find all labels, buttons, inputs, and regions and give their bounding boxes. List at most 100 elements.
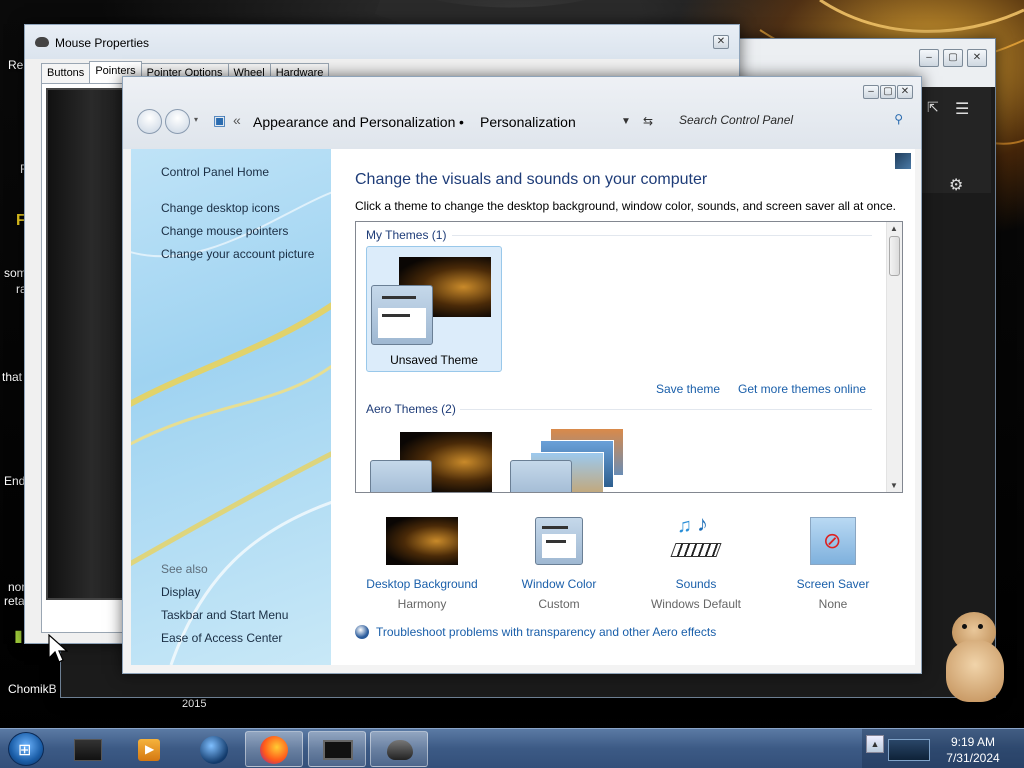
search-icon[interactable]: ⚲ xyxy=(894,112,903,126)
theme-tile-aero-2[interactable] xyxy=(506,422,642,492)
taskbar-app-file-manager[interactable] xyxy=(58,731,116,767)
taskbar-app-firefox[interactable] xyxy=(245,731,303,767)
app-shortcut-icon[interactable]: ▮ xyxy=(14,626,23,646)
gear-icon[interactable]: ⚙ xyxy=(949,175,963,195)
desktop-background-label[interactable]: Desktop Background xyxy=(347,577,497,591)
mouse-app-icon xyxy=(387,740,413,760)
desktop-icon-label[interactable]: that xyxy=(2,370,22,384)
file-manager-icon xyxy=(74,739,102,761)
scroll-up-icon[interactable]: ▲ xyxy=(890,224,898,233)
personalization-window[interactable]: ‒ ▢ ✕ ▾ ▣ « Appearance and Personalizati… xyxy=(122,76,922,674)
search-box[interactable]: Search Control Panel ⚲ xyxy=(671,107,911,133)
get-more-themes-link[interactable]: Get more themes online xyxy=(738,382,866,396)
themes-list[interactable]: My Themes (1) Unsaved Theme Save theme G… xyxy=(355,221,903,493)
theme-tile-unsaved[interactable]: Unsaved Theme xyxy=(366,246,502,372)
network-status-icon[interactable] xyxy=(888,739,930,761)
scroll-thumb[interactable] xyxy=(889,236,900,276)
group-heading-aero-themes: Aero Themes (2) xyxy=(366,402,456,416)
window-color-icon xyxy=(535,517,583,565)
close-icon[interactable]: ✕ xyxy=(967,49,987,67)
themes-scrollbar[interactable]: ▲ ▼ xyxy=(886,222,902,492)
window-color-item[interactable]: Window Color Custom xyxy=(484,517,634,617)
desktop-icon-label[interactable]: Re xyxy=(8,58,23,72)
tab-buttons[interactable]: Buttons xyxy=(41,63,91,83)
sounds-item[interactable]: ♫ ♪ Sounds Windows Default xyxy=(621,511,771,617)
theme-tile-aero-1[interactable] xyxy=(366,422,502,492)
taskbar-app-monitor[interactable] xyxy=(308,731,366,767)
window-color-thumb-icon xyxy=(371,285,433,345)
desktop-icon-label[interactable]: End xyxy=(4,474,25,488)
desktop-icon-label[interactable]: ChomikB xyxy=(8,682,57,696)
network-globe-icon xyxy=(200,736,228,764)
change-account-picture-link[interactable]: Change your account picture xyxy=(161,247,314,261)
window-color-value: Custom xyxy=(538,597,580,611)
taskbar-start-menu-link[interactable]: Taskbar and Start Menu xyxy=(161,608,288,622)
forward-button[interactable] xyxy=(165,109,190,134)
change-desktop-icons-link[interactable]: Change desktop icons xyxy=(161,201,280,215)
breadcrumb-separator: • xyxy=(459,114,464,130)
address-bar[interactable]: ▣ « Appearance and Personalization • Per… xyxy=(197,108,657,134)
desktop-year-label: 2015 xyxy=(182,698,207,710)
page-subtitle: Click a theme to change the desktop back… xyxy=(355,199,896,213)
clock-time[interactable]: 9:19 AM xyxy=(930,735,1016,749)
taskbar-app-media-player[interactable]: ▶ xyxy=(120,731,178,767)
screen-saver-item[interactable]: ⊘ Screen Saver None xyxy=(758,517,908,617)
sounds-icon: ♫ ♪ xyxy=(670,511,722,565)
save-theme-link[interactable]: Save theme xyxy=(656,382,720,396)
window-color-label[interactable]: Window Color xyxy=(484,577,634,591)
share-icon[interactable]: ⇱ xyxy=(927,99,939,116)
breadcrumb-prefix[interactable]: « xyxy=(233,112,241,128)
taskbar-app-mouse[interactable] xyxy=(370,731,428,767)
sounds-label[interactable]: Sounds xyxy=(621,577,771,591)
firefox-icon xyxy=(260,736,288,764)
back-button[interactable] xyxy=(137,109,162,134)
window-title: Mouse Properties xyxy=(55,36,150,50)
clock-date[interactable]: 7/31/2024 xyxy=(930,751,1016,765)
search-input[interactable]: Search Control Panel xyxy=(679,113,793,127)
monitor-app-icon xyxy=(323,740,353,760)
windows-logo-icon: ⊞ xyxy=(18,742,32,759)
screen-saver-icon: ⊘ xyxy=(810,517,856,565)
address-dropdown-icon[interactable]: ▼ xyxy=(621,116,631,127)
desktop-icon-label[interactable]: reta xyxy=(4,594,25,608)
display-link[interactable]: Display xyxy=(161,585,200,599)
control-panel-icon: ▣ xyxy=(213,112,227,128)
refresh-icon[interactable]: ⇆ xyxy=(643,114,653,128)
mouse-icon xyxy=(35,37,49,47)
help-icon[interactable] xyxy=(895,153,911,169)
mouse-properties-titlebar[interactable]: Mouse Properties ✕ xyxy=(25,25,739,59)
desktop-background-value: Harmony xyxy=(397,597,447,611)
see-also-heading: See also xyxy=(161,562,208,576)
start-button[interactable]: ⊞ xyxy=(8,732,44,766)
window-content: Control Panel Home Change desktop icons … xyxy=(131,149,915,665)
sounds-value: Windows Default xyxy=(650,597,742,611)
taskbar-app-globe[interactable] xyxy=(184,731,242,767)
show-hidden-icons-icon[interactable]: ▲ xyxy=(866,735,884,753)
divider xyxy=(452,235,872,236)
group-heading-my-themes: My Themes (1) xyxy=(366,228,447,242)
window-color-thumb-icon xyxy=(510,460,572,492)
window-caption[interactable]: ‒ ▢ ✕ ▾ ▣ « Appearance and Personalizati… xyxy=(123,77,921,149)
taskbar: ⊞ ▶ ▲ 9:19 AM 7/31/2024 xyxy=(0,728,1024,768)
minimize-icon[interactable]: ‒ xyxy=(919,49,939,67)
window-color-thumb-icon xyxy=(370,460,432,492)
close-icon[interactable]: ✕ xyxy=(713,35,729,49)
desktop-background-item[interactable]: Desktop Background Harmony xyxy=(347,517,497,617)
breadcrumb-appearance[interactable]: Appearance and Personalization xyxy=(253,114,455,130)
mouse-cursor-icon xyxy=(48,634,68,663)
breadcrumb-personalization[interactable]: Personalization xyxy=(480,114,576,130)
hamster-gadget-icon[interactable] xyxy=(944,606,1006,706)
page-title: Change the visuals and sounds on your co… xyxy=(355,171,708,188)
maximize-icon[interactable]: ▢ xyxy=(943,49,963,67)
scroll-down-icon[interactable]: ▼ xyxy=(890,481,898,490)
desktop-background-icon xyxy=(386,517,458,565)
screen-saver-label[interactable]: Screen Saver xyxy=(758,577,908,591)
desktop-icon-label[interactable]: nor xyxy=(8,580,25,594)
ease-of-access-link[interactable]: Ease of Access Center xyxy=(161,631,282,645)
control-panel-home-link[interactable]: Control Panel Home xyxy=(161,165,269,179)
screen-saver-value: None xyxy=(818,597,848,611)
menu-icon[interactable]: ☰ xyxy=(955,99,969,119)
divider xyxy=(460,409,872,410)
change-mouse-pointers-link[interactable]: Change mouse pointers xyxy=(161,224,288,238)
troubleshoot-link[interactable]: Troubleshoot problems with transparency … xyxy=(376,625,716,639)
